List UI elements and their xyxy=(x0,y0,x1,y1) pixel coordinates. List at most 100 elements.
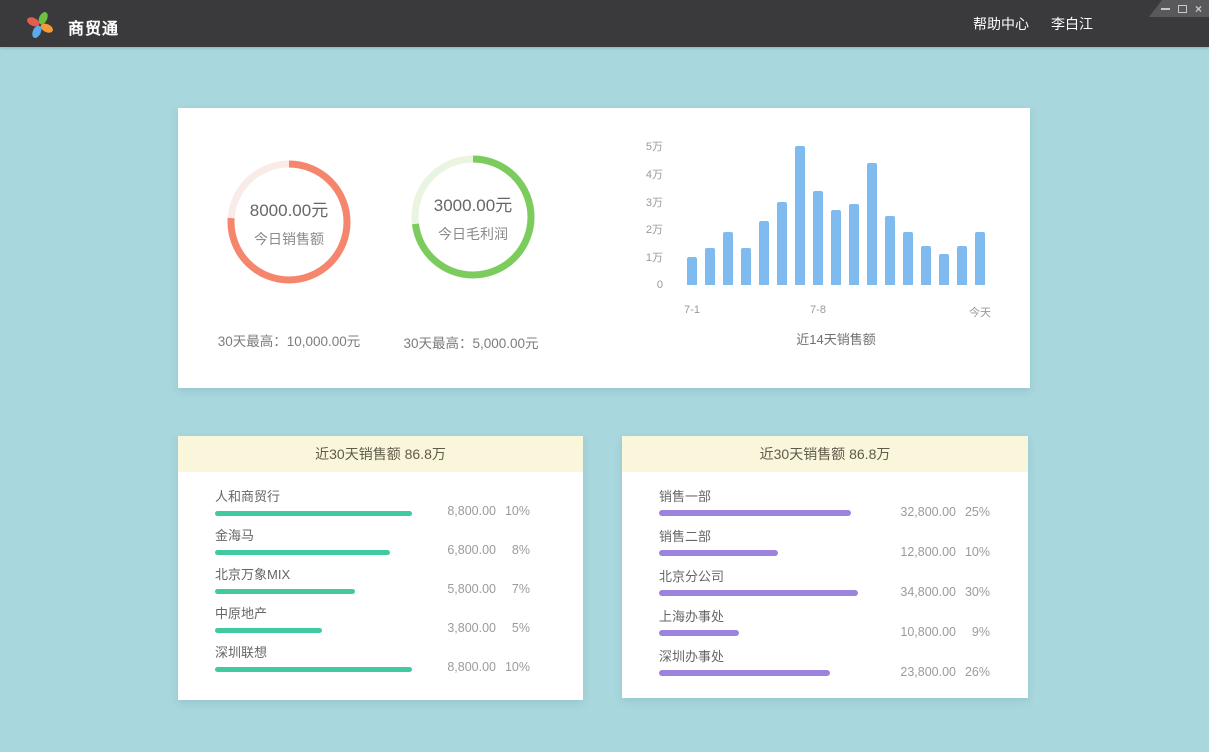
titlebar-menu: 帮助中心 李白江 xyxy=(973,0,1093,47)
list-item[interactable]: 销售二部 12,800.00 10% xyxy=(659,530,1028,570)
list-item[interactable]: 深圳办事处 23,800.00 26% xyxy=(659,650,1028,690)
y-tick-label: 0 xyxy=(603,279,663,291)
daily-sales-bar[interactable] xyxy=(777,202,787,285)
today-profit-donut: 3000.00元 今日毛利润 xyxy=(411,155,535,279)
today-sales-label: 今日销售额 xyxy=(254,229,324,249)
item-label: 北京分公司 xyxy=(659,570,1028,584)
app-titlebar: 商贸通 帮助中心 李白江 × xyxy=(0,0,1209,47)
daily-sales-bar[interactable] xyxy=(687,257,697,285)
item-label: 人和商贸行 xyxy=(215,490,583,504)
y-tick-label: 4万 xyxy=(603,166,663,182)
item-percent: 7% xyxy=(504,582,530,596)
daily-sales-bar[interactable] xyxy=(957,246,967,285)
item-amount: 23,800.00 xyxy=(894,665,956,679)
list-item[interactable]: 人和商贸行 8,800.00 10% xyxy=(215,490,583,529)
daily-sales-bar[interactable] xyxy=(849,204,859,285)
daily-sales-bar[interactable] xyxy=(885,216,895,286)
daily-sales-bar[interactable] xyxy=(831,210,841,285)
item-label: 深圳联想 xyxy=(215,646,583,660)
item-amount: 6,800.00 xyxy=(434,543,496,557)
today-profit-label: 今日毛利润 xyxy=(438,224,508,244)
item-percent: 25% xyxy=(964,505,990,519)
item-bar xyxy=(215,589,355,594)
daily-sales-bar[interactable] xyxy=(903,232,913,285)
item-label: 中原地产 xyxy=(215,607,583,621)
item-percent: 5% xyxy=(504,621,530,635)
item-amount: 8,800.00 xyxy=(434,660,496,674)
item-percent: 10% xyxy=(504,660,530,674)
y-tick-label: 2万 xyxy=(603,221,663,237)
list-item[interactable]: 北京万象MIX 5,800.00 7% xyxy=(215,568,583,607)
help-center-link[interactable]: 帮助中心 xyxy=(973,14,1029,34)
list-item[interactable]: 金海马 6,800.00 8% xyxy=(215,529,583,568)
daily-sales-chart-title: 近14天销售额 xyxy=(687,329,985,348)
item-bar xyxy=(659,550,778,556)
daily-sales-bar[interactable] xyxy=(975,232,985,285)
minimize-icon[interactable] xyxy=(1161,8,1170,10)
window-controls: × xyxy=(1149,0,1209,17)
item-label: 北京万象MIX xyxy=(215,568,583,582)
item-amount: 10,800.00 xyxy=(894,625,956,639)
item-amount: 8,800.00 xyxy=(434,504,496,518)
today-profit-value: 3000.00元 xyxy=(434,191,512,216)
daily-sales-bar[interactable] xyxy=(939,254,949,285)
y-tick-label: 1万 xyxy=(603,249,663,265)
maximize-icon[interactable] xyxy=(1178,5,1187,13)
departments-panel-title: 近30天销售额 86.8万 xyxy=(622,436,1028,472)
item-percent: 9% xyxy=(964,625,990,639)
y-tick-label: 5万 xyxy=(603,138,663,154)
item-bar xyxy=(215,550,390,555)
y-tick-label: 3万 xyxy=(603,194,663,210)
item-amount: 34,800.00 xyxy=(894,585,956,599)
daily-sales-bar[interactable] xyxy=(723,232,733,285)
today-sales-value: 8000.00元 xyxy=(250,196,328,221)
app-logo-pinwheel-icon xyxy=(27,9,53,39)
daily-sales-bars xyxy=(687,146,985,285)
item-value: 32,800.00 25% xyxy=(894,505,990,519)
item-label: 上海办事处 xyxy=(659,610,1028,624)
item-percent: 10% xyxy=(504,504,530,518)
item-label: 销售一部 xyxy=(659,490,1028,504)
item-amount: 5,800.00 xyxy=(434,582,496,596)
daily-sales-bar[interactable] xyxy=(921,246,931,285)
item-bar xyxy=(215,628,322,633)
departments-list: 销售一部 32,800.00 25% 销售二部 12,800.00 10% 北京… xyxy=(622,472,1028,690)
item-value: 8,800.00 10% xyxy=(434,660,530,674)
item-amount: 3,800.00 xyxy=(434,621,496,635)
item-bar xyxy=(659,510,851,516)
daily-sales-bar[interactable] xyxy=(813,191,823,286)
list-item[interactable]: 中原地产 3,800.00 5% xyxy=(215,607,583,646)
item-bar xyxy=(659,670,830,676)
daily-sales-bar[interactable] xyxy=(867,163,877,285)
item-value: 12,800.00 10% xyxy=(894,545,990,559)
list-item[interactable]: 北京分公司 34,800.00 30% xyxy=(659,570,1028,610)
item-value: 8,800.00 10% xyxy=(434,504,530,518)
item-label: 深圳办事处 xyxy=(659,650,1028,664)
profit-30day-high: 30天最高：5,000.00元 xyxy=(351,332,591,352)
daily-sales-bar[interactable] xyxy=(759,221,769,285)
close-icon[interactable]: × xyxy=(1195,4,1202,14)
item-amount: 12,800.00 xyxy=(894,545,956,559)
customers-list: 人和商贸行 8,800.00 10% 金海马 6,800.00 8% 北京万象M… xyxy=(178,472,583,685)
item-percent: 30% xyxy=(964,585,990,599)
customers-panel-title: 近30天销售额 86.8万 xyxy=(178,436,583,472)
app-title: 商贸通 xyxy=(68,15,119,39)
user-name-link[interactable]: 李白江 xyxy=(1051,14,1093,34)
overview-card: 8000.00元 今日销售额 30天最高：10,000.00元 3000.00元… xyxy=(178,108,1030,388)
list-item[interactable]: 深圳联想 8,800.00 10% xyxy=(215,646,583,685)
daily-sales-bar[interactable] xyxy=(705,248,715,286)
today-sales-donut: 8000.00元 今日销售额 xyxy=(227,160,351,284)
item-value: 10,800.00 9% xyxy=(894,625,990,639)
item-value: 5,800.00 7% xyxy=(434,582,530,596)
x-tick-label: 7-8 xyxy=(810,304,826,316)
item-percent: 10% xyxy=(964,545,990,559)
list-item[interactable]: 销售一部 32,800.00 25% xyxy=(659,490,1028,530)
item-value: 6,800.00 8% xyxy=(434,543,530,557)
item-label: 金海马 xyxy=(215,529,583,543)
x-tick-label: 7-1 xyxy=(684,304,700,316)
daily-sales-bar[interactable] xyxy=(795,146,805,285)
daily-sales-bar[interactable] xyxy=(741,248,751,286)
customers-sales-panel: 近30天销售额 86.8万 人和商贸行 8,800.00 10% 金海马 6,8… xyxy=(178,436,583,700)
list-item[interactable]: 上海办事处 10,800.00 9% xyxy=(659,610,1028,650)
item-bar xyxy=(659,590,858,596)
